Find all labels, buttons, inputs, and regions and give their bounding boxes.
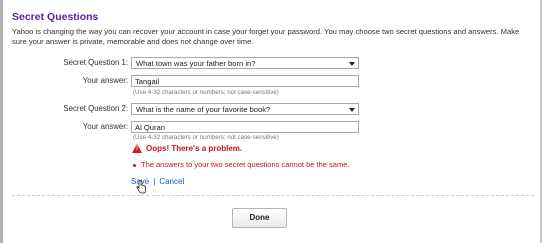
question-2-label: Secret Question 2: <box>63 104 128 113</box>
answer-2-label: Your answer: <box>82 122 128 131</box>
question-2-select[interactable]: What is the name of your favorite book? <box>131 103 359 115</box>
answer-2-value: Al Quran <box>135 123 165 132</box>
answer-1-input[interactable]: Tangail <box>131 75 359 87</box>
warning-icon: ! <box>132 144 142 153</box>
link-separator: | <box>153 177 156 186</box>
question-1-select[interactable]: What town was your father born in? <box>131 57 359 69</box>
question-2-row: Secret Question 2: What is the name of y… <box>0 103 542 117</box>
question-1-selected: What town was your father born in? <box>136 59 256 68</box>
done-button[interactable]: Done <box>232 208 287 228</box>
cancel-link[interactable]: Cancel <box>159 177 184 186</box>
page-title: Secret Questions <box>12 11 99 23</box>
answer-2-hint: (Use 4-32 characters or numbers; not cas… <box>133 134 279 141</box>
chevron-down-icon <box>349 62 355 66</box>
error-heading: Oops! There's a problem. <box>146 144 243 153</box>
answer-1-value: Tangail <box>135 77 160 86</box>
error-message: The answers to your two secret questions… <box>141 160 350 169</box>
divider <box>12 195 534 196</box>
chevron-down-icon <box>349 108 355 112</box>
error-message-item: The answers to your two secret questions… <box>132 160 349 169</box>
intro-text: Yahoo is changing the way you can recove… <box>12 27 520 46</box>
answer-2-input[interactable]: Al Quran <box>131 121 359 133</box>
bullet-icon <box>133 163 136 167</box>
answer-1-row: Your answer: Tangail <box>0 75 542 89</box>
hand-cursor-icon <box>136 180 146 194</box>
question-1-row: Secret Question 1: What town was your fa… <box>0 57 542 71</box>
answer-1-label: Your answer: <box>82 76 128 85</box>
question-2-selected: What is the name of your favorite book? <box>136 105 271 114</box>
question-1-label: Secret Question 1: <box>63 58 128 67</box>
answer-1-hint: (Use 4-32 characters or numbers; not cas… <box>133 89 279 96</box>
answer-2-row: Your answer: Al Quran <box>0 121 542 135</box>
